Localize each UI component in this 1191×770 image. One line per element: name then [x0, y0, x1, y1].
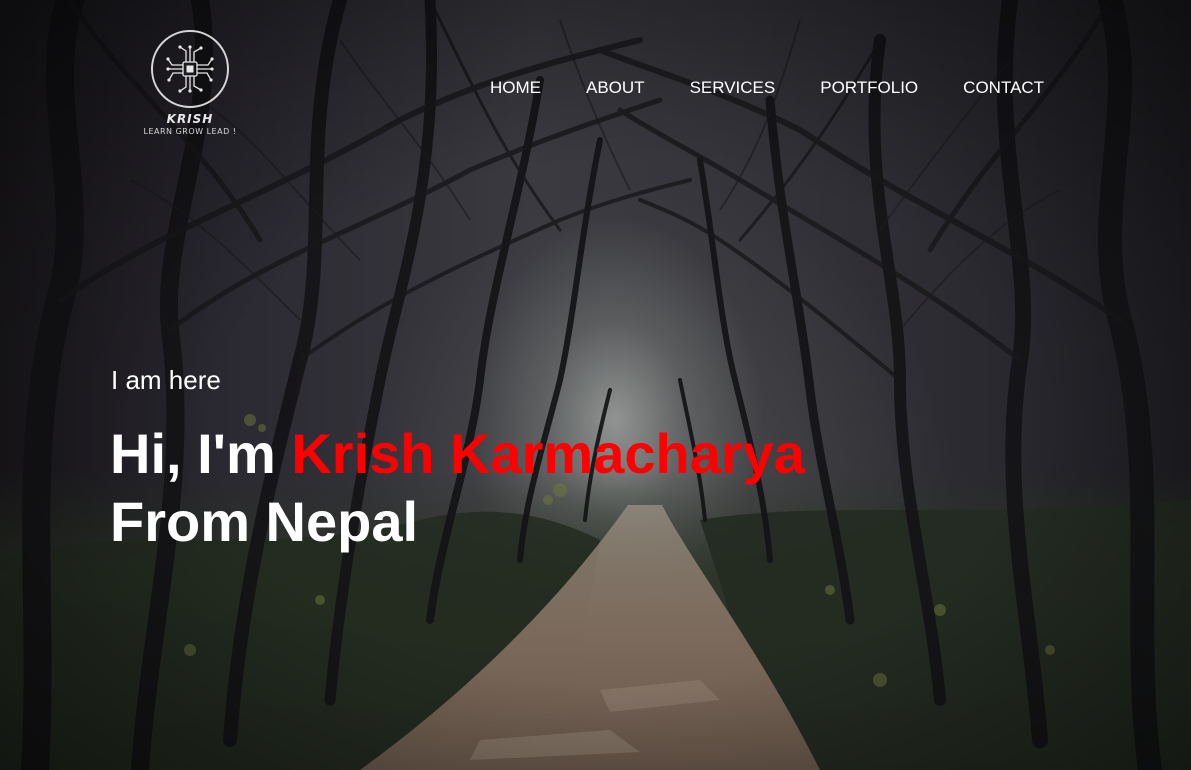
hero-origin: From Nepal: [110, 490, 419, 553]
site-logo[interactable]: KRISH LEARN GROW LEAD !: [144, 30, 236, 152]
nav-item-about[interactable]: ABOUT: [586, 78, 645, 98]
circuit-chip-icon: [166, 45, 214, 93]
logo-tagline: LEARN GROW LEAD !: [143, 127, 237, 136]
logo-mark: [151, 30, 229, 108]
hero-intro: I am here: [111, 365, 221, 395]
nav-item-services[interactable]: SERVICES: [690, 78, 776, 98]
hero-greeting: Hi, I'm: [110, 422, 292, 485]
nav-item-home[interactable]: HOME: [490, 78, 541, 98]
nav-item-contact[interactable]: CONTACT: [963, 78, 1044, 98]
nav-item-portfolio[interactable]: PORTFOLIO: [820, 78, 918, 98]
logo-name: KRISH: [166, 112, 214, 126]
hero-headline: Hi, I'm Krish Karmacharya From Nepal: [110, 420, 805, 556]
main-nav: HOME ABOUT SERVICES PORTFOLIO CONTACT: [490, 78, 1044, 98]
hero-section: KRISH LEARN GROW LEAD ! HOME ABOUT SERVI…: [0, 0, 1191, 770]
hero-name: Krish Karmacharya: [291, 422, 805, 485]
